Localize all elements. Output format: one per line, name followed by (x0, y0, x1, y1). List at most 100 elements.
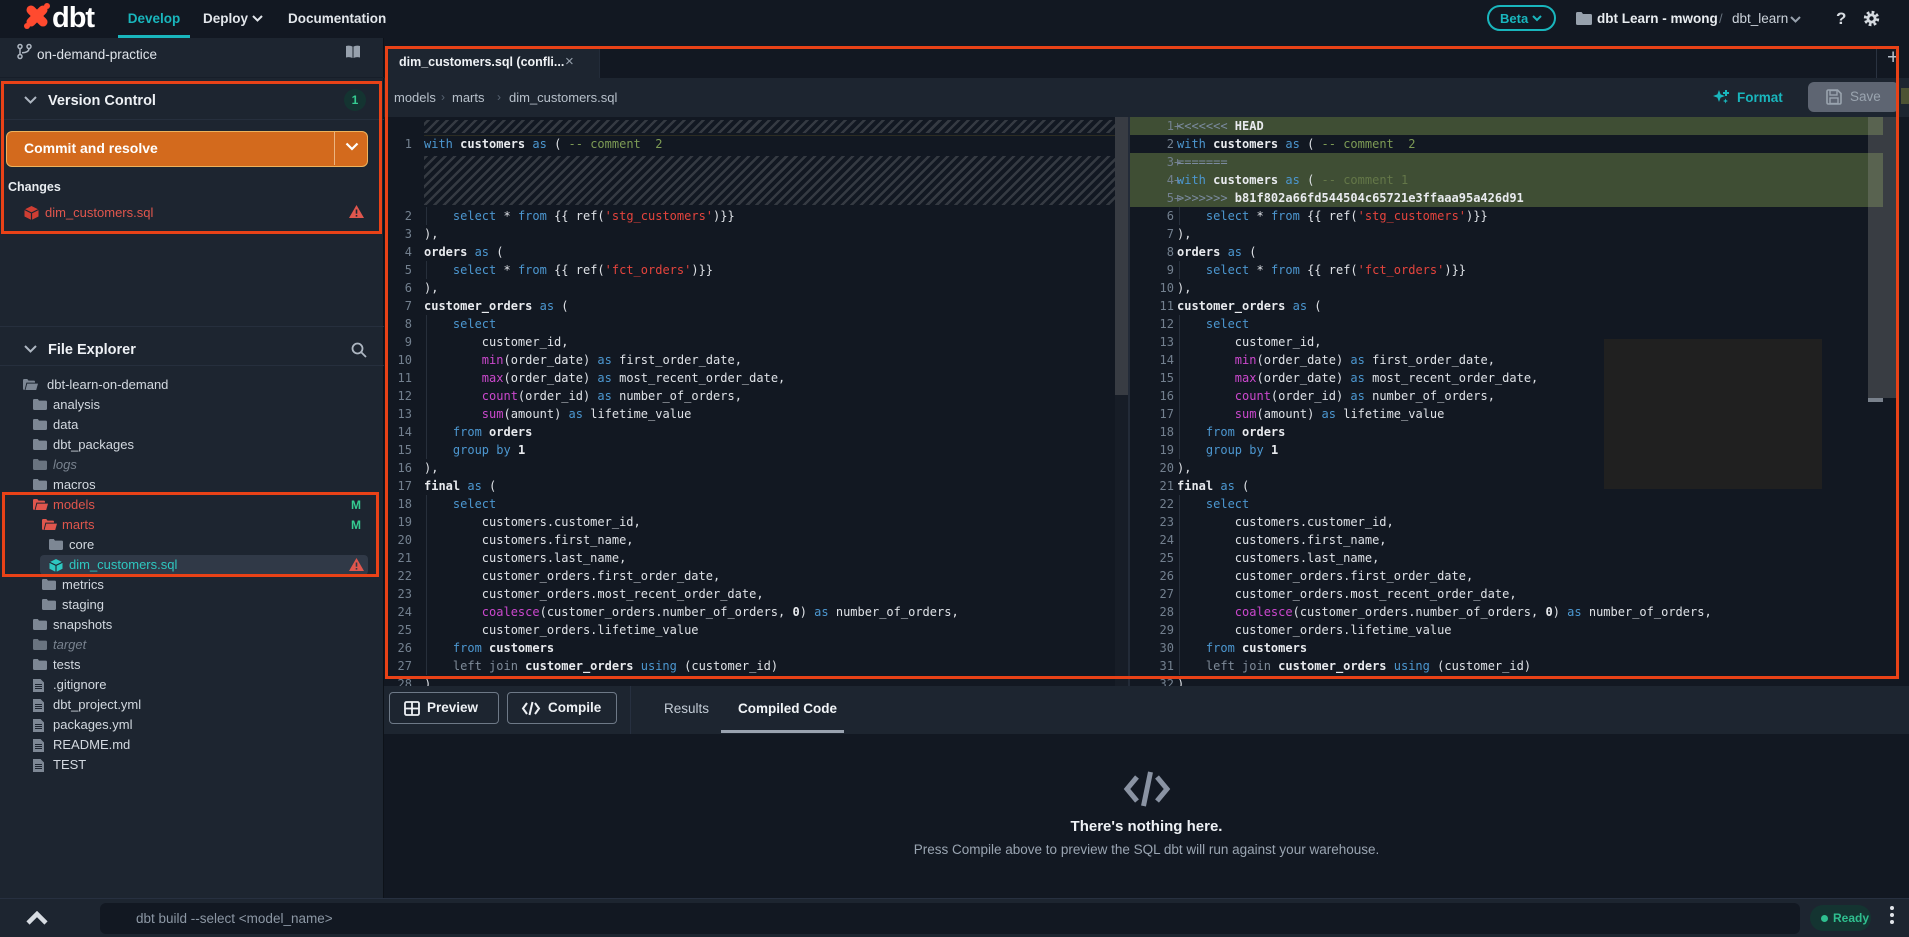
preview-table-icon (404, 701, 420, 716)
compile-button[interactable]: Compile (507, 692, 617, 724)
tree-item-models[interactable]: models M (0, 495, 384, 515)
tree-item-dbt-packages[interactable]: dbt_packages (0, 435, 384, 455)
right-code-line-10: 10), (1159, 281, 1192, 295)
branch-row-divider (0, 77, 384, 78)
left-code-line-21: 21 customers.last_name, (397, 549, 627, 567)
folder-icon (33, 439, 47, 450)
project-separator: / (1719, 11, 1723, 26)
command-input[interactable]: dbt build --select <model_name> (100, 903, 1800, 934)
command-bar: dbt build --select <model_name> Ready (0, 898, 1909, 937)
tree-item-metrics[interactable]: metrics (0, 575, 384, 595)
project-name[interactable]: dbt Learn - mwong (1597, 0, 1718, 38)
environment-chevron-icon[interactable] (1790, 16, 1801, 23)
tree-item-macros[interactable]: macros (0, 475, 384, 495)
tab-results[interactable]: Results (664, 686, 709, 734)
tab-close-icon[interactable]: × (565, 47, 574, 78)
right-code-line-3: 3 + ======= (1130, 153, 1883, 171)
tab-compiled-code[interactable]: Compiled Code (738, 686, 837, 734)
tree-item-tests[interactable]: tests (0, 655, 384, 675)
scrollbar-conflict-marker (1901, 88, 1909, 104)
left-code-line-1: 1 with customers as ( -- comment 2 (404, 137, 663, 151)
tab-dim-customers[interactable]: dim_customers.sql (confli... × (387, 47, 600, 78)
sidebar: on-demand-practice Version Control 1 Com… (0, 38, 384, 898)
nav-tab-deploy[interactable]: Deploy (203, 0, 263, 38)
tree-item-analysis[interactable]: analysis (0, 395, 384, 415)
right-code-line-12: 12 select (1159, 315, 1250, 333)
tree-item-snapshots[interactable]: snapshots (0, 615, 384, 635)
right-code-line-25: 25 customers.last_name, (1159, 549, 1380, 567)
right-code-line-23: 23 customers.customer_id, (1159, 513, 1394, 531)
kebab-menu-icon[interactable] (1890, 906, 1895, 927)
left-code-line-8: 8 select (404, 315, 497, 333)
left-code-line-28: 28) (397, 677, 432, 686)
tree-item-dim-customers-sql[interactable]: dim_customers.sql (0, 555, 384, 575)
preview-button[interactable]: Preview (389, 692, 499, 724)
environment-name[interactable]: dbt_learn (1732, 0, 1788, 38)
breadcrumb-marts[interactable]: marts (452, 78, 485, 117)
folder-icon (49, 539, 63, 550)
right-code-line-1: 1 + <<<<<<< HEAD (1130, 117, 1883, 135)
breadcrumb-separator: › (441, 90, 445, 104)
beta-dropdown[interactable]: Beta (1487, 5, 1556, 31)
right-code-line-24: 24 customers.first_name, (1159, 531, 1387, 549)
tree-item-logs[interactable]: logs (0, 455, 384, 475)
tree-item-target[interactable]: target (0, 635, 384, 655)
commit-options-chevron-icon[interactable] (345, 142, 359, 151)
nav-tab-documentation[interactable]: Documentation (288, 0, 386, 38)
tree-item-marts[interactable]: marts M (0, 515, 384, 535)
file-icon (33, 719, 44, 732)
file-explorer-chevron-icon[interactable] (24, 345, 37, 353)
help-icon[interactable]: ? (1836, 0, 1846, 38)
tree-item-core[interactable]: core (0, 535, 384, 555)
results-panel: There's nothing here. Press Compile abov… (384, 734, 1909, 898)
left-code-line-5: 5 select * from {{ ref('fct_orders')}} (404, 261, 714, 279)
empty-state-subtitle: Press Compile above to preview the SQL d… (913, 842, 1380, 857)
tree-item--gitignore[interactable]: .gitignore (0, 675, 384, 695)
settings-gear-icon[interactable] (1862, 9, 1881, 28)
version-control-title[interactable]: Version Control (48, 93, 156, 109)
left-code-line-2: 2 select * from {{ ref('stg_customers')}… (404, 207, 735, 225)
modified-badge: M (351, 518, 361, 532)
current-branch-name[interactable]: on-demand-practice (37, 47, 157, 62)
commit-and-resolve-button[interactable]: Commit and resolve (6, 131, 368, 167)
right-pane-scrollbar-thumb[interactable] (1868, 117, 1897, 398)
nav-tab-develop[interactable]: Develop (118, 0, 190, 38)
docs-book-icon[interactable] (345, 45, 361, 59)
file-search-icon[interactable] (351, 342, 367, 358)
breadcrumb-file[interactable]: dim_customers.sql (509, 78, 617, 117)
left-code-line-14: 14 from orders (397, 423, 533, 441)
tree-item-test[interactable]: TEST (0, 755, 384, 775)
left-code-line-11: 11 max(order_date) as most_recent_order_… (397, 369, 786, 387)
results-toolbar: Preview Compile Results Compiled Code (384, 686, 1909, 734)
save-button[interactable]: Save (1808, 82, 1899, 112)
right-code-line-6: 6 select * from {{ ref('stg_customers')}… (1166, 207, 1488, 225)
file-icon (33, 739, 44, 752)
right-code-line-32: 32) (1159, 677, 1185, 686)
folder-icon (33, 419, 47, 430)
version-control-chevron-icon[interactable] (24, 96, 37, 104)
code-editor-split-view[interactable]: 1 with customers as ( -- comment 2 2 selec… (384, 117, 1909, 686)
left-pane-scrollbar-thumb[interactable] (1115, 117, 1128, 395)
folder-open-icon (42, 519, 57, 530)
new-tab-icon[interactable]: + (1887, 44, 1899, 72)
changed-file-name[interactable]: dim_customers.sql (45, 205, 153, 220)
folder-icon (42, 579, 56, 590)
tree-item-dbt-project-yml[interactable]: dbt_project.yml (0, 695, 384, 715)
file-explorer-title[interactable]: File Explorer (48, 342, 136, 358)
left-code-line-3: 3), (404, 227, 439, 241)
folder-open-icon (23, 379, 38, 390)
expand-panel-chevron-icon[interactable] (25, 911, 49, 925)
breadcrumb-models[interactable]: models (394, 78, 436, 117)
left-code-line-15: 15 group by 1 (397, 441, 526, 459)
changed-file-model-icon (24, 206, 39, 220)
left-code-line-17: 17 final as ( (397, 479, 497, 493)
changes-section-label: Changes (8, 180, 61, 194)
code-slash-icon (1123, 770, 1171, 808)
save-icon (1826, 89, 1842, 105)
tree-item-dbt-learn-on-demand[interactable]: dbt-learn-on-demand (0, 375, 384, 395)
tree-item-readme-md[interactable]: README.md (0, 735, 384, 755)
tree-item-packages-yml[interactable]: packages.yml (0, 715, 384, 735)
tree-item-data[interactable]: data (0, 415, 384, 435)
right-code-line-4: 4 + with customers as ( -- comment 1 (1130, 171, 1883, 189)
tree-item-staging[interactable]: staging (0, 595, 384, 615)
